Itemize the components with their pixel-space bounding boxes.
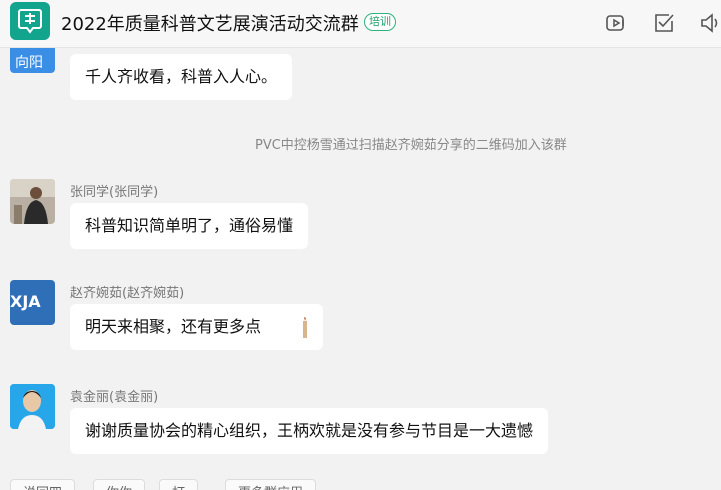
quick-reply-chip[interactable]: 打 [159, 479, 199, 490]
system-notice: PVC中控杨雪通过扫描赵齐婉茹分享的二维码加入该群 [255, 138, 567, 153]
firecracker-emoji-icon [303, 317, 307, 338]
message-bubble[interactable]: 谢谢质量协会的精心组织，王柄欢就是没有参与节目是一大遗憾 [70, 408, 549, 454]
message-text: 明天来相聚，还有更多点 [85, 317, 262, 336]
group-avatar-icon [18, 9, 42, 34]
quick-reply-chip[interactable]: 说回四 [10, 479, 76, 490]
avatar[interactable] [10, 384, 55, 429]
sender-name: 袁金丽(袁金丽) [70, 390, 159, 405]
sender-name: 张同学(张同学) [70, 185, 159, 200]
group-avatar[interactable] [10, 2, 50, 40]
message-list[interactable]: 向阳 千人齐收看，科普入人心。 PVC中控杨雪通过扫描赵齐婉茹分享的二维码加入该… [0, 48, 721, 490]
message-bubble[interactable]: 科普知识简单明了，通俗易懂 [70, 203, 309, 249]
quick-reply-chip[interactable]: 更多群应用 [225, 479, 317, 490]
group-title: 2022年质量科普文艺展演活动交流群 [61, 14, 359, 35]
avatar[interactable]: XJA [10, 280, 55, 325]
sender-name: 赵齐婉茹(赵齐婉茹) [70, 286, 185, 301]
message-bubble[interactable]: 明天来相聚，还有更多点 [70, 304, 323, 350]
message-bubble[interactable]: 千人齐收看，科普入人心。 [70, 54, 293, 100]
speaker-icon[interactable] [698, 11, 721, 35]
video-call-icon[interactable] [604, 11, 628, 35]
quick-reply-chip[interactable]: 你你 [93, 479, 146, 490]
avatar[interactable] [10, 179, 55, 224]
avatar[interactable]: 向阳 [10, 48, 55, 73]
avatar-label: XJA [10, 292, 41, 311]
chat-header: 2022年质量科普文艺展演活动交流群 培训 [0, 0, 721, 48]
group-tag-badge[interactable]: 培训 [364, 13, 396, 31]
check-task-icon[interactable] [652, 11, 676, 35]
avatar-label: 向阳 [15, 55, 43, 71]
